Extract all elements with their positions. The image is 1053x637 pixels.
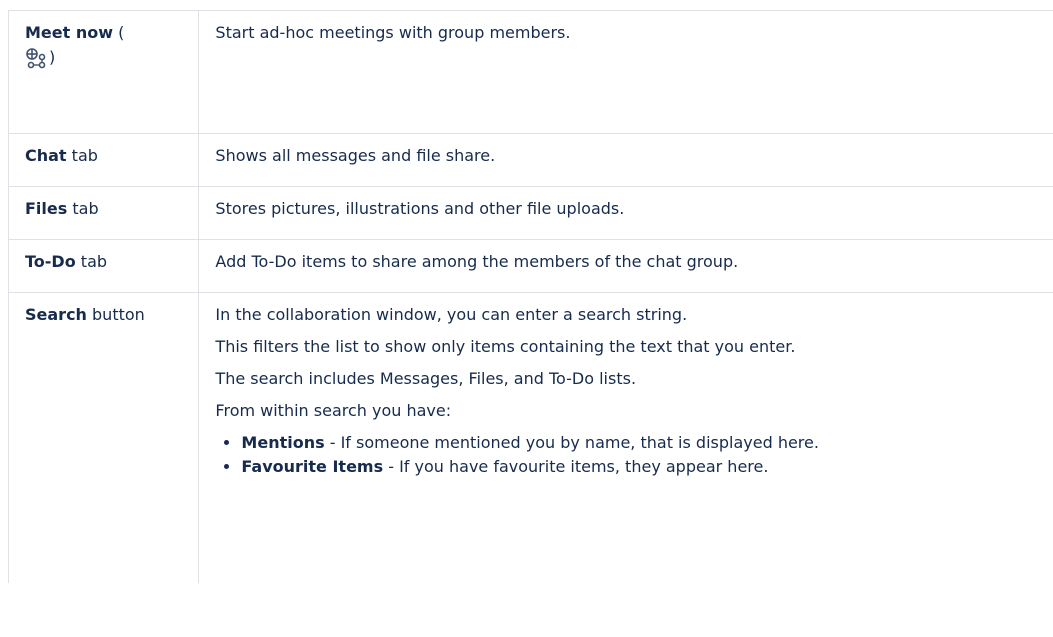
term-rest: tab <box>75 252 108 271</box>
bullet-text: - If someone mentioned you by name, that… <box>324 433 819 452</box>
description-paragraph: In the collaboration window, you can ent… <box>215 305 688 324</box>
table-row: Chat tab Shows all messages and file sha… <box>7 133 1053 187</box>
term-bold: Meet now <box>25 23 114 42</box>
bullet-bold: Mentions <box>241 433 325 452</box>
term-bold: Chat <box>25 146 67 165</box>
term-cell: Meet now ( ) <box>7 10 200 134</box>
term-bold: Files <box>25 199 68 218</box>
term-rest: tab <box>66 146 98 165</box>
table-row: Files tab Stores pictures, illustrations… <box>7 186 1053 240</box>
description-cell: Add To-Do items to share among the membe… <box>198 239 1053 293</box>
description-cell: Stores pictures, illustrations and other… <box>198 186 1053 240</box>
term-bold: To-Do <box>25 252 76 271</box>
term-cell: Files tab <box>7 186 200 240</box>
term-cell: Search button <box>7 292 200 583</box>
bullet-text: - If you have favourite items, they appe… <box>383 457 769 476</box>
feature-table: Meet now ( ) Start ad-hoc meetings with … <box>7 10 1053 583</box>
bullet-list: Mentions - If someone mentioned you by n… <box>215 431 1043 479</box>
list-item: Favourite Items - If you have favourite … <box>241 455 1043 479</box>
list-item: Mentions - If someone mentioned you by n… <box>241 431 1043 455</box>
table-row: Search button In the collaboration windo… <box>7 292 1053 583</box>
term-cell: To-Do tab <box>7 239 200 293</box>
term-paren-open: ( <box>113 23 125 42</box>
term-paren-close: ) <box>49 47 56 67</box>
term-rest: button <box>86 305 145 324</box>
description-text: Add To-Do items to share among the membe… <box>215 252 739 271</box>
description-text: Start ad-hoc meetings with group members… <box>215 23 571 42</box>
term-rest: tab <box>67 199 99 218</box>
bullet-bold: Favourite Items <box>241 457 384 476</box>
description-text: Stores pictures, illustrations and other… <box>215 199 625 218</box>
description-paragraph: From within search you have: <box>215 401 452 420</box>
meet-now-icon <box>25 47 49 71</box>
term-bold: Search <box>25 305 87 324</box>
table-row: To-Do tab Add To-Do items to share among… <box>7 239 1053 293</box>
description-cell: Start ad-hoc meetings with group members… <box>198 10 1053 134</box>
description-paragraph: The search includes Messages, Files, and… <box>215 369 637 388</box>
description-paragraph: This filters the list to show only items… <box>215 337 796 356</box>
table-row: Meet now ( ) Start ad-hoc meetings with … <box>7 10 1053 134</box>
description-cell: Shows all messages and file share. <box>198 133 1053 187</box>
description-cell: In the collaboration window, you can ent… <box>198 292 1053 583</box>
term-cell: Chat tab <box>7 133 200 187</box>
description-text: Shows all messages and file share. <box>215 146 496 165</box>
